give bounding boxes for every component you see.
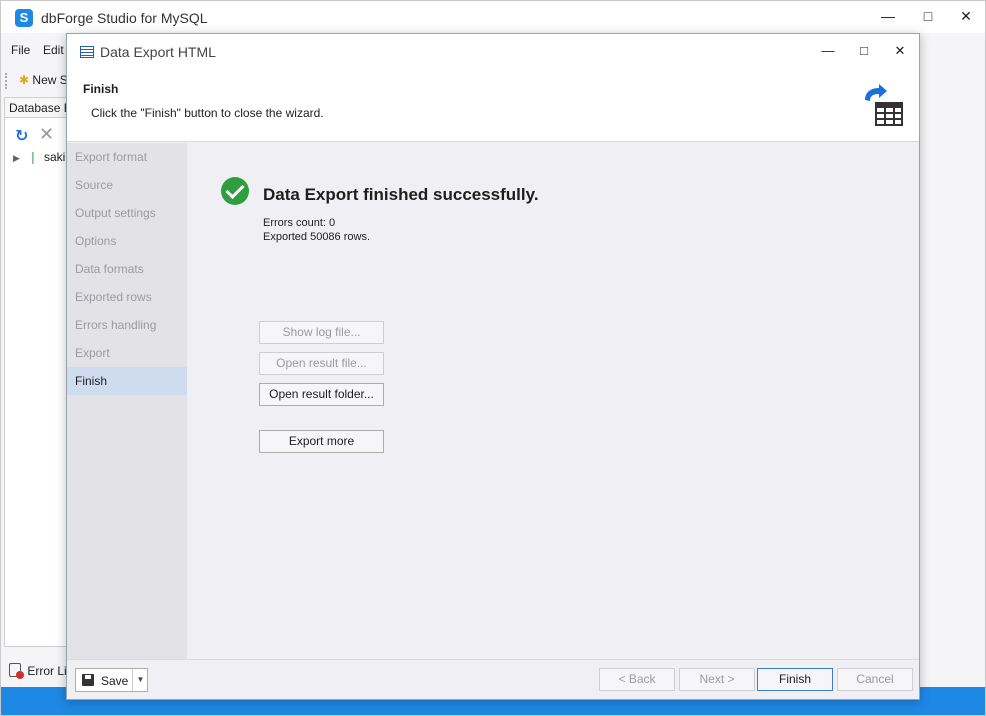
new-sql-icon: ✱ <box>19 73 30 87</box>
step-finish[interactable]: Finish <box>67 367 187 395</box>
errors-count: Errors count: 0 <box>263 217 336 229</box>
refresh-icon[interactable]: ↻ <box>15 126 28 146</box>
export-more-button[interactable]: Export more <box>259 430 384 453</box>
back-button[interactable]: < Back <box>599 668 675 691</box>
wizard-header: Finish Click the "Finish" button to clos… <box>67 70 919 142</box>
step-source[interactable]: Source <box>67 171 187 199</box>
save-dropdown-icon[interactable]: ▼ <box>132 669 148 691</box>
connection-icon: ❘ <box>27 150 38 164</box>
menu-edit[interactable]: Edit <box>43 43 64 57</box>
step-exported-rows[interactable]: Exported rows <box>67 283 187 311</box>
step-export[interactable]: Export <box>67 339 187 367</box>
step-errors-handling[interactable]: Errors handling <box>67 311 187 339</box>
save-icon <box>82 674 94 686</box>
dialog-close-icon[interactable]: ✕ <box>885 40 915 62</box>
step-options[interactable]: Options <box>67 227 187 255</box>
step-data-formats[interactable]: Data formats <box>67 255 187 283</box>
new-sql-button[interactable]: ✱ New S <box>19 73 68 87</box>
new-sql-label: New S <box>32 73 68 87</box>
step-export-format[interactable]: Export format <box>67 143 187 171</box>
main-toolbar: ✱ New S <box>1 69 71 93</box>
html-export-icon <box>80 46 94 58</box>
minimize-icon[interactable]: — <box>873 5 903 27</box>
success-check-icon <box>221 177 249 205</box>
wizard-footer: Save ▼ < Back Next > Finish Cancel <box>67 659 919 699</box>
menu-file[interactable]: File <box>11 43 30 57</box>
next-button[interactable]: Next > <box>679 668 755 691</box>
result-heading: Data Export finished successfully. <box>263 185 539 204</box>
show-log-file-button[interactable]: Show log file... <box>259 321 384 344</box>
app-logo-icon: S <box>15 9 33 27</box>
dialog-maximize-icon[interactable]: □ <box>849 40 879 62</box>
dialog-titlebar: Data Export HTML — □ ✕ <box>67 34 919 70</box>
close-icon[interactable]: ✕ <box>951 5 981 27</box>
app-title: dbForge Studio for MySQL <box>41 10 208 26</box>
database-explorer-panel: Database Ex ↻ ✕ ▶ ❘ sakil <box>4 97 71 647</box>
save-button[interactable]: Save ▼ <box>75 668 148 692</box>
finish-button[interactable]: Finish <box>757 668 833 691</box>
wizard-step-title: Finish <box>83 82 119 96</box>
maximize-icon[interactable]: □ <box>913 5 943 27</box>
open-result-folder-button[interactable]: Open result folder... <box>259 383 384 406</box>
step-output-settings[interactable]: Output settings <box>67 199 187 227</box>
dialog-minimize-icon[interactable]: — <box>813 40 843 62</box>
app-titlebar: S dbForge Studio for MySQL — □ ✕ <box>1 1 985 33</box>
export-table-icon <box>865 84 903 126</box>
dialog-title: Data Export HTML <box>100 44 216 60</box>
expand-arrow-icon[interactable]: ▶ <box>13 153 20 164</box>
exported-rows-count: Exported 50086 rows. <box>263 231 371 243</box>
tree-item[interactable]: ▶ ❘ sakil <box>13 150 68 164</box>
wizard-steps-sidebar: Export format Source Output settings Opt… <box>67 143 187 659</box>
toolbar-grip[interactable] <box>5 73 9 89</box>
error-list-tab[interactable]: Error Lis <box>9 663 73 679</box>
cancel-button[interactable]: Cancel <box>837 668 913 691</box>
open-result-file-button[interactable]: Open result file... <box>259 352 384 375</box>
save-label: Save <box>101 674 129 688</box>
error-list-icon <box>9 663 24 679</box>
wizard-content: Data Export finished successfully. Error… <box>187 143 919 659</box>
disconnect-icon[interactable]: ✕ <box>39 124 54 145</box>
data-export-dialog: Data Export HTML — □ ✕ Finish Click the … <box>66 33 920 700</box>
tree-item-label: sakil <box>43 150 68 164</box>
wizard-step-description: Click the "Finish" button to close the w… <box>91 106 324 120</box>
database-explorer-tab[interactable]: Database Ex <box>5 98 71 118</box>
